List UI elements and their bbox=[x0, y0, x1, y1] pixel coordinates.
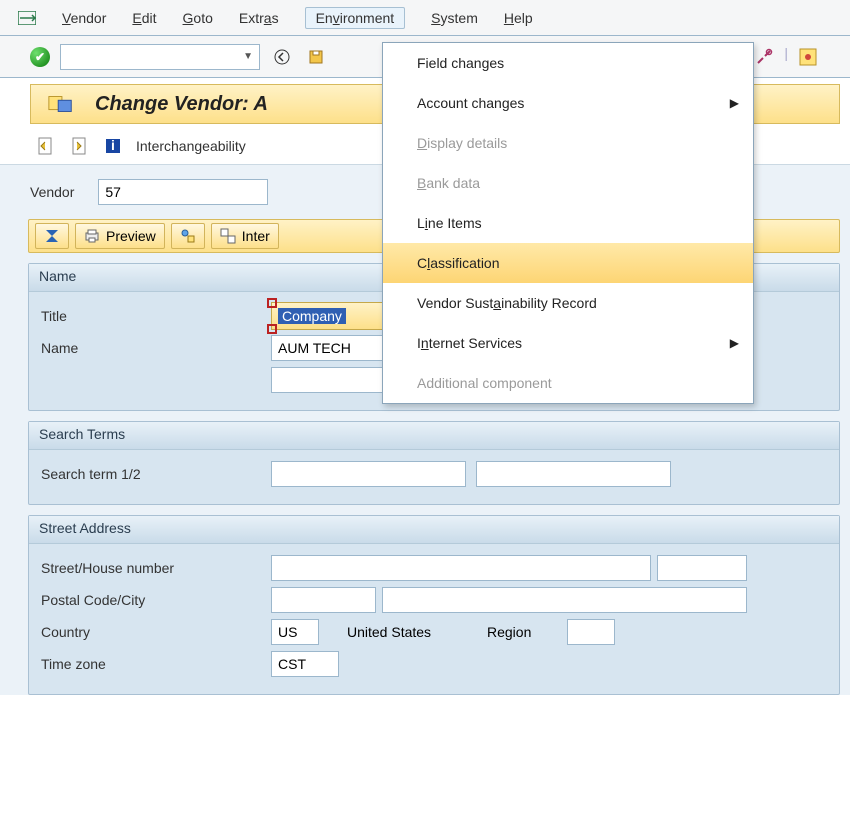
title-select-value: Company bbox=[278, 308, 346, 324]
inter-icon bbox=[220, 228, 236, 244]
app-menu-icon[interactable] bbox=[18, 10, 36, 26]
street-input[interactable] bbox=[271, 555, 651, 581]
required-marker bbox=[267, 298, 277, 308]
menu-item-sustainability[interactable]: Vendor Sustainability Record bbox=[383, 283, 753, 323]
save-icon[interactable] bbox=[304, 45, 328, 69]
preview-button[interactable]: Preview bbox=[75, 223, 165, 249]
page-title: Change Vendor: A bbox=[95, 93, 268, 116]
menu-item-display-details: Display details bbox=[383, 123, 753, 163]
submenu-arrow-icon: ▶ bbox=[730, 96, 739, 110]
search-term-1-input[interactable] bbox=[271, 461, 466, 487]
menu-vendor[interactable]: Vendor bbox=[62, 10, 106, 26]
prev-screen-icon[interactable] bbox=[34, 135, 56, 157]
intl-button-1[interactable] bbox=[171, 223, 205, 249]
environment-dropdown: Field changes Account changes▶ Display d… bbox=[382, 42, 754, 404]
search-term-label: Search term 1/2 bbox=[41, 466, 271, 482]
street-label: Street/House number bbox=[41, 560, 271, 576]
menu-item-line-items[interactable]: Line Items bbox=[383, 203, 753, 243]
title-icon bbox=[47, 92, 75, 116]
postal-code-input[interactable] bbox=[271, 587, 376, 613]
menu-environment[interactable]: Environment bbox=[305, 7, 406, 29]
menu-bar: Vendor Edit Goto Extras Environment Syst… bbox=[0, 0, 850, 36]
menu-help[interactable]: Help bbox=[504, 10, 533, 26]
menu-item-additional-component: Additional component bbox=[383, 363, 753, 403]
intl-icon-1 bbox=[180, 228, 196, 244]
region-label: Region bbox=[487, 624, 567, 640]
country-input[interactable] bbox=[271, 619, 319, 645]
menu-edit[interactable]: Edit bbox=[132, 10, 156, 26]
menu-goto[interactable]: Goto bbox=[183, 10, 213, 26]
country-name-text: United States bbox=[347, 624, 487, 640]
caret-down-icon: ▼ bbox=[243, 51, 253, 62]
title-field-label: Title bbox=[41, 308, 271, 324]
name-field-label: Name bbox=[41, 340, 271, 356]
timezone-label: Time zone bbox=[41, 656, 271, 672]
menu-item-classification[interactable]: Classification bbox=[383, 243, 753, 283]
vendor-input[interactable] bbox=[98, 179, 268, 205]
house-number-input[interactable] bbox=[657, 555, 747, 581]
menu-extras[interactable]: Extras bbox=[239, 10, 279, 26]
back-icon[interactable] bbox=[270, 45, 294, 69]
command-field[interactable]: ▼ bbox=[60, 44, 260, 70]
vendor-label: Vendor bbox=[30, 184, 74, 200]
search-terms-panel: Search Terms Search term 1/2 bbox=[28, 421, 840, 505]
preview-label: Preview bbox=[106, 228, 156, 244]
submenu-arrow-icon: ▶ bbox=[730, 336, 739, 350]
street-address-header: Street Address bbox=[29, 516, 839, 544]
enter-check-icon[interactable]: ✔ bbox=[30, 47, 50, 67]
svg-text:i: i bbox=[111, 137, 115, 153]
menu-item-account-changes[interactable]: Account changes▶ bbox=[383, 83, 753, 123]
menu-item-field-changes[interactable]: Field changes bbox=[383, 43, 753, 83]
print-preview-icon bbox=[84, 228, 100, 244]
required-marker bbox=[267, 324, 277, 334]
search-term-2-input[interactable] bbox=[476, 461, 671, 487]
timezone-input[interactable] bbox=[271, 651, 339, 677]
next-screen-icon[interactable] bbox=[68, 135, 90, 157]
street-address-panel: Street Address Street/House number Posta… bbox=[28, 515, 840, 695]
region-input[interactable] bbox=[567, 619, 615, 645]
expand-button[interactable] bbox=[35, 223, 69, 249]
search-terms-header: Search Terms bbox=[29, 422, 839, 450]
menu-system[interactable]: System bbox=[431, 10, 478, 26]
inter-label: Inter bbox=[242, 228, 270, 244]
info-icon[interactable]: i bbox=[102, 135, 124, 157]
country-label: Country bbox=[41, 624, 271, 640]
postal-label: Postal Code/City bbox=[41, 592, 271, 608]
interchangeability-label[interactable]: Interchangeability bbox=[136, 138, 246, 154]
city-input[interactable] bbox=[382, 587, 747, 613]
inter-button[interactable]: Inter bbox=[211, 223, 279, 249]
expand-icon bbox=[44, 228, 60, 244]
menu-item-bank-data: Bank data bbox=[383, 163, 753, 203]
tools-icon[interactable] bbox=[752, 45, 776, 69]
layout-icon[interactable] bbox=[796, 45, 820, 69]
menu-item-internet-services[interactable]: Internet Services▶ bbox=[383, 323, 753, 363]
